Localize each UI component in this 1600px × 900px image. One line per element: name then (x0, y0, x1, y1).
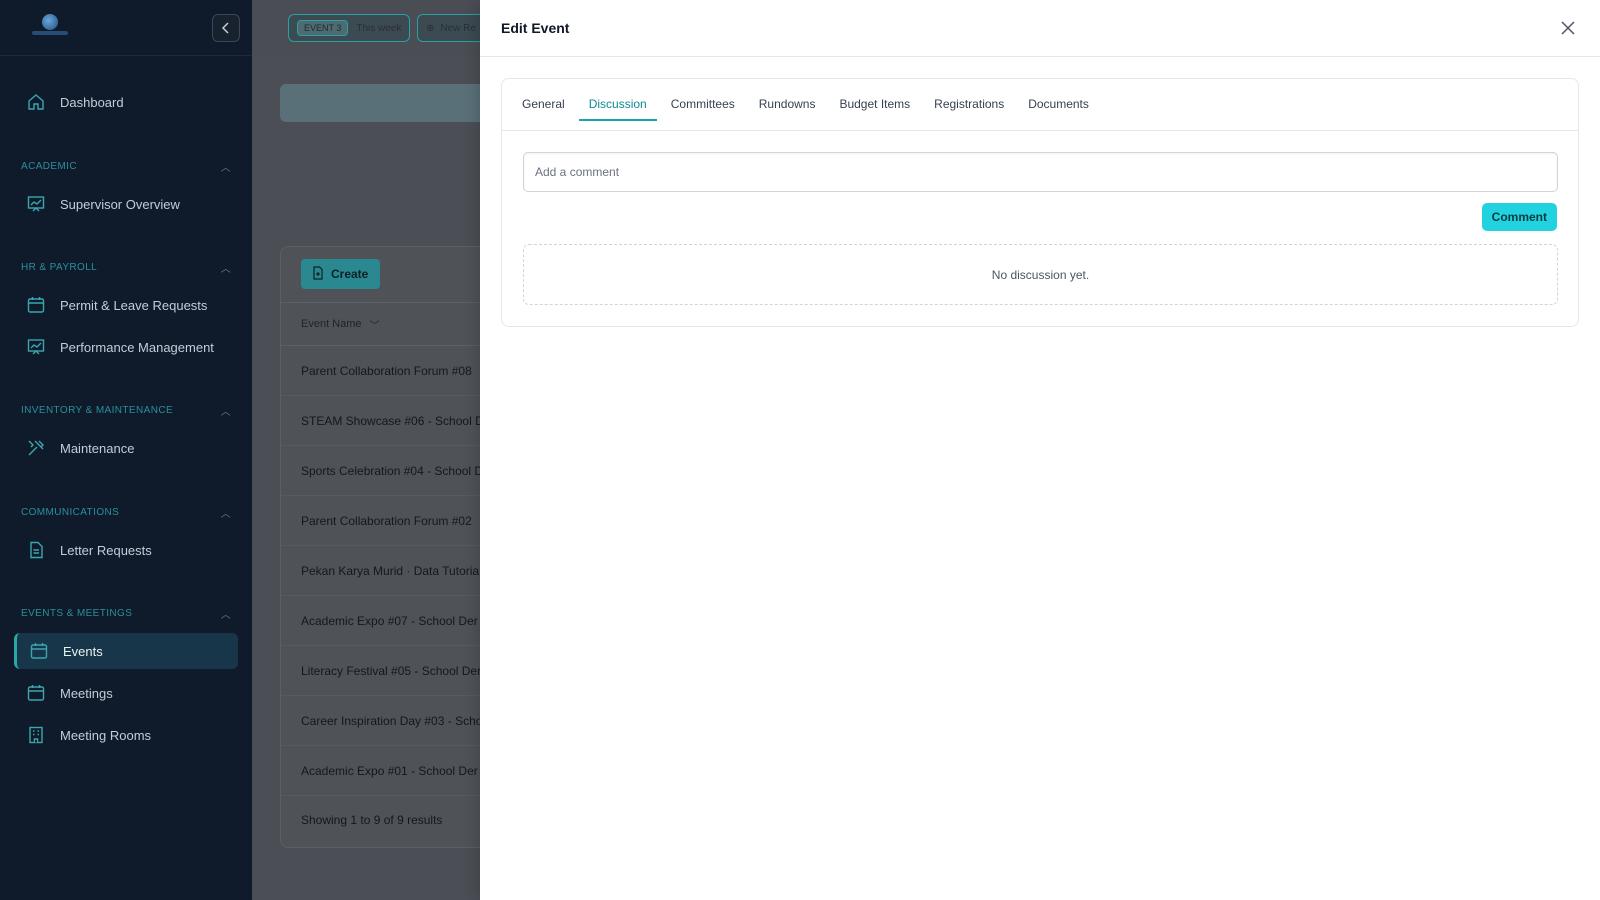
chevron-up-icon: ︿ (220, 610, 231, 621)
event-name-cell: Parent Collaboration Forum #08 (301, 363, 472, 378)
table-row[interactable]: Parent Collaboration Forum #02 (281, 496, 501, 546)
table-row[interactable]: Pekan Karya Murid · Data Tutoria (281, 546, 501, 596)
pagination-summary: Showing 1 to 9 of 9 results (301, 813, 443, 827)
close-button[interactable] (1558, 18, 1578, 38)
event-week-chip[interactable]: EVENT 3 This week (288, 14, 411, 42)
tab-budget-items[interactable]: Budget Items (829, 78, 920, 130)
chevron-up-icon: ︿ (220, 163, 231, 174)
section-academic[interactable]: ACADEMIC ︿ (21, 159, 231, 174)
table-row[interactable]: Career Inspiration Day #03 - Scho (281, 696, 501, 746)
empty-discussion-state: No discussion yet. (523, 244, 1558, 305)
comment-button[interactable]: Comment (1481, 203, 1557, 231)
chip-label: This week (356, 22, 402, 34)
event-name-cell: Sports Celebration #04 - School D (301, 463, 484, 478)
building-icon (26, 725, 46, 745)
calendar-icon (29, 641, 49, 661)
section-hr-payroll[interactable]: HR & PAYROLL ︿ (21, 260, 231, 275)
chip-label: New Re (440, 22, 476, 34)
info-banner (280, 84, 500, 122)
section-label: EVENTS & MEETINGS (21, 608, 133, 619)
sidebar-item-label: Maintenance (60, 440, 135, 456)
events-table-card: Create Event Name ﹀ Parent Collaboration… (280, 246, 501, 848)
plus-circle-icon: ⊕ (426, 22, 435, 34)
sidebar-item-meetings[interactable]: Meetings (14, 675, 238, 711)
event-panel: General Discussion Committees Rundowns B… (501, 78, 1579, 327)
tab-discussion[interactable]: Discussion (578, 78, 657, 130)
chart-board-icon (26, 337, 46, 357)
sidebar-item-meeting-rooms[interactable]: Meeting Rooms (14, 717, 238, 753)
create-label: Create (331, 267, 369, 281)
home-icon (26, 92, 46, 112)
drawer-title: Edit Event (501, 20, 570, 36)
event-name-cell: STEAM Showcase #06 - School D (301, 413, 484, 428)
sidebar-item-label: Performance Management (60, 339, 214, 355)
sidebar-collapse-button[interactable] (212, 14, 240, 42)
file-plus-icon (311, 265, 325, 283)
section-label: COMMUNICATIONS (21, 507, 120, 518)
table-row[interactable]: Parent Collaboration Forum #08 (281, 346, 501, 396)
section-label: HR & PAYROLL (21, 262, 98, 273)
tab-bar: General Discussion Committees Rundowns B… (502, 79, 1578, 131)
section-label: ACADEMIC (21, 161, 77, 172)
chevron-up-icon: ︿ (220, 509, 231, 520)
event-name-cell: Parent Collaboration Forum #02 (301, 513, 472, 528)
new-request-chip[interactable]: ⊕ New Re (417, 14, 487, 42)
tab-rundowns[interactable]: Rundowns (749, 78, 826, 130)
event-name-cell: Career Inspiration Day #03 - Scho (301, 713, 483, 728)
section-inventory[interactable]: INVENTORY & MAINTENANCE ︿ (21, 403, 231, 418)
sidebar-item-label: Meetings (60, 685, 113, 701)
section-events-meetings[interactable]: EVENTS & MEETINGS ︿ (21, 606, 231, 621)
comment-input[interactable] (523, 152, 1558, 192)
sidebar-item-label: Events (63, 643, 103, 659)
column-header-label: Event Name (301, 318, 362, 330)
sidebar-item-label: Permit & Leave Requests (60, 297, 208, 313)
event-name-cell: Academic Expo #01 - School Der (301, 763, 478, 778)
close-icon (1561, 21, 1575, 35)
chevron-down-icon: ﹀ (369, 320, 380, 332)
sidebar-item-dashboard[interactable]: Dashboard (14, 84, 238, 120)
sidebar: Dashboard ACADEMIC ︿ Supervisor Overview… (0, 0, 252, 900)
sidebar-item-label: Dashboard (60, 94, 124, 110)
empty-text: No discussion yet. (991, 267, 1090, 282)
table-row[interactable]: Academic Expo #01 - School Der (281, 746, 501, 796)
table-row[interactable]: Literacy Festival #05 - School Der (281, 646, 501, 696)
tools-icon (26, 438, 46, 458)
chevron-up-icon: ︿ (220, 264, 231, 275)
tab-registrations[interactable]: Registrations (924, 78, 1014, 130)
sidebar-item-label: Letter Requests (60, 542, 152, 558)
section-communications[interactable]: COMMUNICATIONS ︿ (21, 505, 231, 520)
sidebar-item-performance[interactable]: Performance Management (14, 329, 238, 365)
app-logo (32, 12, 68, 42)
table-row[interactable]: Sports Celebration #04 - School D (281, 446, 501, 496)
calendar-icon (26, 295, 46, 315)
chart-board-icon (26, 194, 46, 214)
tab-documents[interactable]: Documents (1018, 78, 1099, 130)
event-count-tag: EVENT 3 (297, 20, 349, 36)
event-name-cell: Academic Expo #07 - School Der (301, 613, 478, 628)
sidebar-header (0, 0, 252, 56)
sidebar-item-events[interactable]: Events (14, 633, 238, 669)
tab-committees[interactable]: Committees (661, 78, 745, 130)
section-label: INVENTORY & MAINTENANCE (21, 405, 174, 416)
table-row[interactable]: STEAM Showcase #06 - School D (281, 396, 501, 446)
sidebar-item-permit-leave[interactable]: Permit & Leave Requests (14, 287, 238, 323)
column-header-event-name[interactable]: Event Name ﹀ (281, 302, 501, 346)
sidebar-item-maintenance[interactable]: Maintenance (14, 430, 238, 466)
calendar-icon (26, 683, 46, 703)
tab-general[interactable]: General (512, 78, 575, 130)
table-row[interactable]: Academic Expo #07 - School Der (281, 596, 501, 646)
create-button[interactable]: Create (301, 259, 381, 289)
chevron-up-icon: ︿ (220, 407, 231, 418)
event-name-cell: Pekan Karya Murid · Data Tutoria (301, 563, 480, 578)
edit-event-drawer: Edit Event General Discussion Committees… (480, 0, 1600, 900)
sidebar-item-letter-requests[interactable]: Letter Requests (14, 532, 238, 568)
drawer-header: Edit Event (480, 0, 1600, 57)
document-icon (26, 540, 46, 560)
sidebar-item-label: Meeting Rooms (60, 727, 152, 743)
chevron-left-icon (221, 22, 229, 34)
event-name-cell: Literacy Festival #05 - School Der (301, 663, 482, 678)
sidebar-item-label: Supervisor Overview (60, 196, 180, 212)
sidebar-item-supervisor-overview[interactable]: Supervisor Overview (14, 186, 238, 222)
